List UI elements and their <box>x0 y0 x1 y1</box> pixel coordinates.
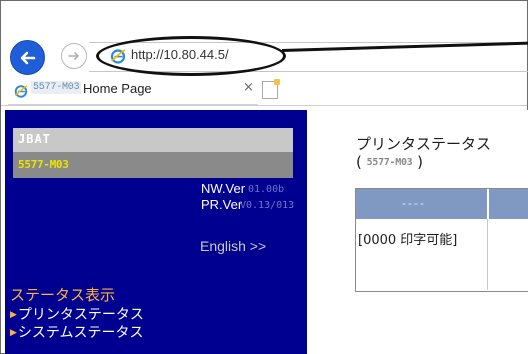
forward-button[interactable] <box>61 43 87 69</box>
back-button[interactable] <box>10 40 45 75</box>
tab-model-label: 5577-M03 <box>31 81 82 94</box>
english-link[interactable]: English >> <box>200 238 266 254</box>
model-name: 5577-M03 <box>18 158 69 171</box>
table-row: [0000 印字可能] <box>358 233 458 248</box>
pr-ver-value: V0.13/013 <box>240 200 295 211</box>
table-header-cell <box>489 189 528 219</box>
nw-ver-value: 01.00b <box>248 184 285 195</box>
new-tab-icon[interactable] <box>262 79 280 99</box>
subtitle-model: 5577-M03 <box>366 157 413 168</box>
brand-bar <box>13 128 293 152</box>
tab-title: Home Page <box>83 81 152 96</box>
tab-close-icon[interactable]: × <box>243 80 254 95</box>
page-title: プリンタステータス <box>356 135 492 153</box>
url-callout-oval <box>96 36 286 76</box>
table-divider <box>487 219 488 290</box>
menu-printer-status-label: プリンタステータス <box>17 307 144 323</box>
pr-ver-label: PR.Ver <box>201 197 243 212</box>
triangle-bullet-icon: ▶ <box>10 328 17 338</box>
menu-system-status-label: システムステータス <box>17 325 144 341</box>
triangle-bullet-icon: ▶ <box>10 310 17 320</box>
menu-printer-status[interactable]: ▶プリンタステータス <box>10 304 144 324</box>
subtitle-close: ) <box>412 153 424 171</box>
subtitle-open: ( <box>356 153 367 171</box>
table-header-text: ---- <box>402 196 426 210</box>
brand-logo: JBAT <box>18 132 51 146</box>
arrow-left-icon <box>20 51 35 64</box>
page-subtitle: ( 5577-M03 ) <box>356 153 423 171</box>
ie-logo-icon <box>14 85 28 98</box>
arrow-right-icon <box>68 52 79 60</box>
menu-system-status[interactable]: ▶システムステータス <box>10 322 144 342</box>
status-display-heading: ステータス表示 <box>10 286 116 304</box>
nw-ver-label: NW.Ver <box>201 181 246 196</box>
